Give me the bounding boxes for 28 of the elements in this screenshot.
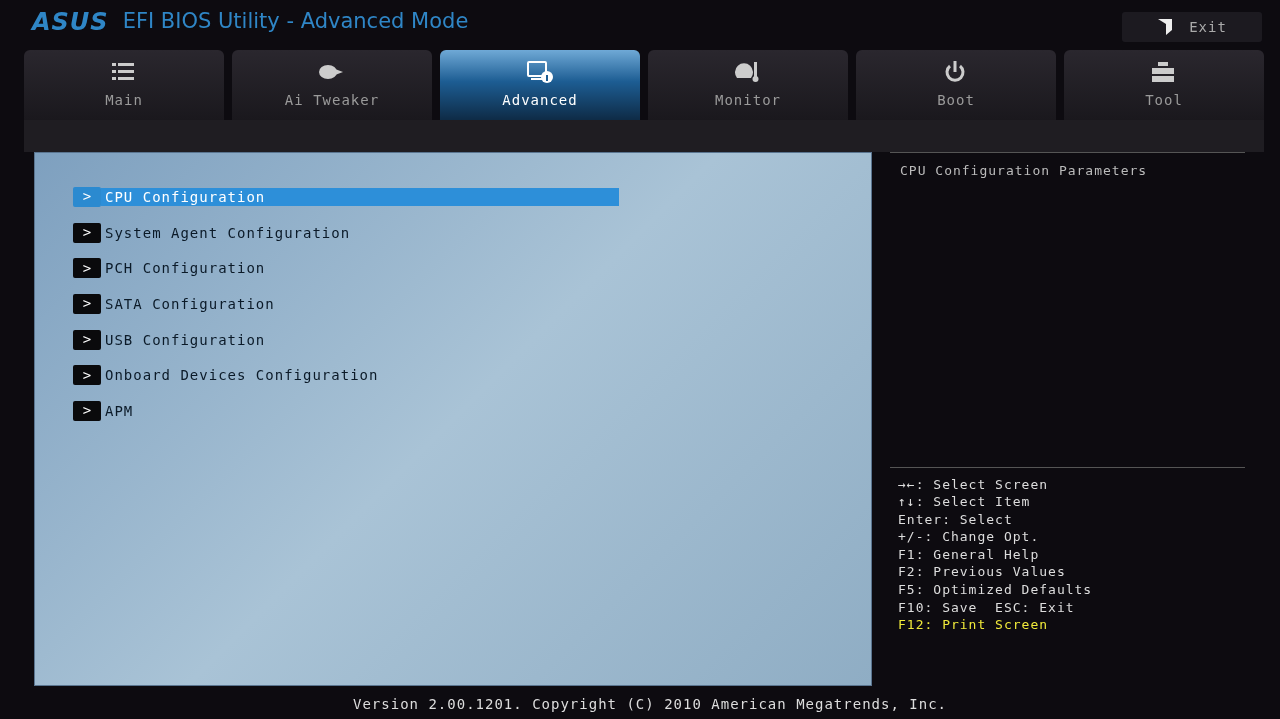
menu-item[interactable]: Onboard Devices Configuration [101,366,383,385]
door-icon [1157,18,1174,36]
logo: ASUS [32,7,109,38]
menu-item[interactable]: APM [101,401,138,420]
key-help-line: F12: Print Screen [898,616,1050,634]
tab[interactable]: Ai Tweaker [232,50,432,120]
menu-item[interactable]: System Agent Configuration [101,223,355,242]
key-help-line: →←: Select Screen [898,475,1050,494]
key-help-line: F1: General Help [898,545,1041,564]
key-help-line: F2: Previous Values [898,563,1067,582]
menu-item[interactable]: PCH Configuration [101,259,270,278]
key-help-line: Enter: Select [898,510,1014,529]
exit-button[interactable]: Exit [1122,12,1262,42]
item-description: CPU Configuration Parameters [890,152,1245,189]
menu-item[interactable]: USB Configuration [101,330,270,349]
key-help-line: F5: Optimized Defaults [898,581,1094,599]
tab[interactable]: Main [24,50,224,120]
tab[interactable]: Advanced [440,50,640,120]
key-help-line: +/-: Change Opt. [898,528,1041,546]
tab[interactable]: Boot [856,50,1056,120]
window-title: EFI BIOS Utility - Advanced Mode [122,8,469,36]
tab[interactable]: Monitor [648,50,848,120]
menu-item[interactable]: SATA Configuration [101,294,279,313]
tab[interactable]: Tool [1064,50,1264,120]
key-help-line: ↑↓: Select Item [898,493,1032,511]
monitor-info-icon [526,59,554,84]
version-text: Version 2.00.1201. Copyright (C) 2010 American Megatrends, Inc. [352,695,948,714]
key-help-line: F10: Save ESC: Exit [898,598,1076,617]
